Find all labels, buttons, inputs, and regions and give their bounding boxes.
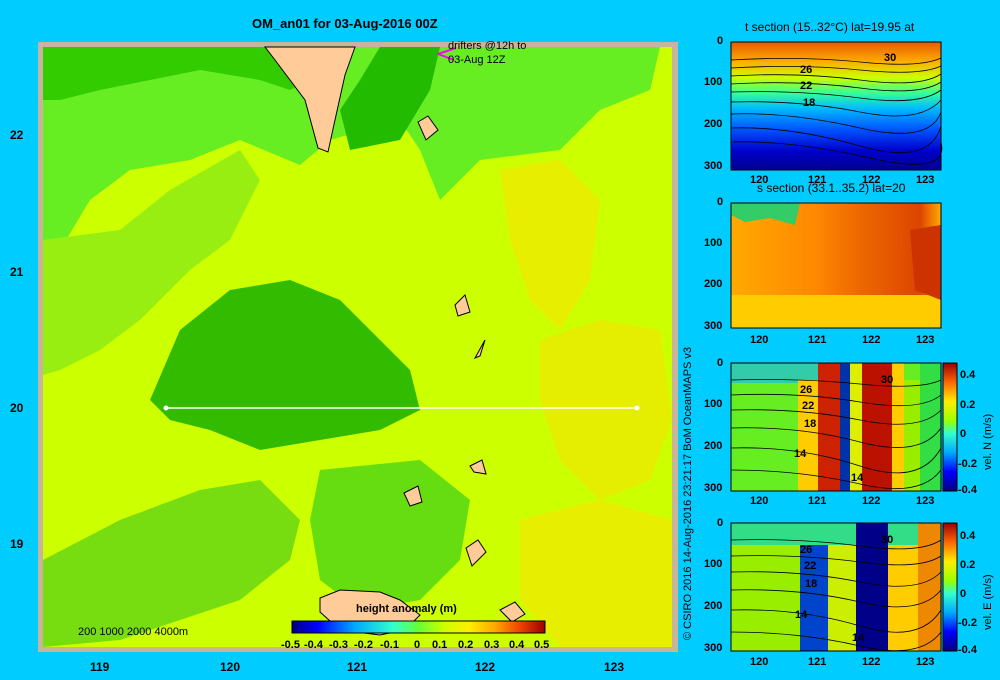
t-y-tick: 300 <box>704 160 723 172</box>
vn-x-tick: 120 <box>750 495 769 507</box>
s-section-title: s section (33.1..35.2) lat=20 <box>757 181 906 195</box>
x-tick-122: 122 <box>475 660 496 674</box>
s-y-tick: 200 <box>704 278 723 290</box>
vel-e-colorbar <box>942 522 958 652</box>
y-tick-22: 22 <box>10 128 24 142</box>
ve-x-tick: 123 <box>916 656 935 668</box>
drifter-note-line2: 03-Aug 12Z <box>448 54 506 66</box>
vn-x-tick: 122 <box>862 495 881 507</box>
main-title: OM_an01 for 03-Aug-2016 00Z <box>252 16 438 31</box>
ve-contour-label: 30 <box>881 534 894 546</box>
vel-e-label: vel. E (m/s) <box>982 574 994 630</box>
t-y-tick: 100 <box>704 76 723 88</box>
vn-cbar-tick: -0.4 <box>958 484 977 496</box>
cbar-tick: 0.2 <box>458 639 474 651</box>
ve-x-tick: 120 <box>750 656 769 668</box>
credit-text: © CSIRO 2016 14-Aug-2016 23:21:17 BoM Oc… <box>682 346 694 640</box>
vn-cbar-tick: 0.2 <box>960 399 976 411</box>
s-y-tick: 100 <box>704 237 723 249</box>
height-colorbar <box>291 620 546 634</box>
s-x-tick: 123 <box>916 334 935 346</box>
s-y-tick: 300 <box>704 320 723 332</box>
t-contour-label: 30 <box>884 52 897 64</box>
vn-y-tick: 200 <box>704 440 723 452</box>
ve-x-tick: 122 <box>862 656 881 668</box>
s-x-tick: 121 <box>808 334 827 346</box>
vn-cbar-tick: 0 <box>960 428 967 440</box>
ve-x-tick: 121 <box>808 656 827 668</box>
cbar-tick: -0.3 <box>329 639 348 651</box>
cbar-tick: 0.5 <box>534 639 550 651</box>
x-tick-121: 121 <box>347 660 368 674</box>
vn-contour-label: 14 <box>794 448 807 460</box>
cbar-tick: -0.5 <box>281 639 300 651</box>
t-contour-label: 26 <box>800 64 813 76</box>
chart-graphics <box>38 41 958 652</box>
x-tick-123: 123 <box>604 660 625 674</box>
cbar-tick: 0.4 <box>509 639 525 651</box>
ve-y-tick: 100 <box>704 558 723 570</box>
ve-y-tick: 200 <box>704 600 723 612</box>
ve-y-tick: 300 <box>704 642 723 654</box>
t-y-tick: 0 <box>717 35 724 47</box>
vn-contour-label: 26 <box>800 384 813 396</box>
vn-x-tick: 123 <box>916 495 935 507</box>
s-x-tick: 120 <box>750 334 769 346</box>
cbar-tick: -0.1 <box>380 639 399 651</box>
t-x-tick: 123 <box>916 174 935 186</box>
cbar-tick: 0 <box>414 639 421 651</box>
ve-cbar-tick: 0.2 <box>960 559 976 571</box>
vn-y-tick: 300 <box>704 482 723 494</box>
t-y-tick: 200 <box>704 118 723 130</box>
t-contour-label: 22 <box>800 80 813 92</box>
vn-cbar-tick: -0.2 <box>958 458 977 470</box>
s-x-tick: 122 <box>862 334 881 346</box>
cbar-tick: 0.1 <box>432 639 448 651</box>
vn-contour-label: 30 <box>881 374 894 386</box>
ve-contour-label: 26 <box>800 544 813 556</box>
cbar-tick: -0.2 <box>354 639 373 651</box>
vel-n-label: vel. N (m/s) <box>982 413 994 470</box>
vn-contour-label: 22 <box>802 400 815 412</box>
depth-legend: 200 1000 2000 4000m <box>78 626 189 638</box>
drifter-note-line1: drifters @12h to <box>448 40 527 52</box>
cbar-tick: 0.3 <box>484 639 500 651</box>
t-contour-label: 18 <box>803 97 816 109</box>
ve-contour-label: 22 <box>804 560 817 572</box>
ve-contour-label: 14 <box>795 609 808 621</box>
ve-contour-label: 18 <box>805 578 818 590</box>
y-tick-20: 20 <box>10 401 24 415</box>
colorbar-title: height anomaly (m) <box>356 603 457 615</box>
y-tick-21: 21 <box>10 265 24 279</box>
vel-n-colorbar <box>942 362 958 492</box>
vn-cbar-tick: 0.4 <box>960 369 976 381</box>
t-section-title: t section (15..32°C) lat=19.95 at <box>745 20 915 34</box>
vn-x-tick: 121 <box>808 495 827 507</box>
ve-cbar-tick: 0 <box>960 588 967 600</box>
x-tick-119: 119 <box>90 660 110 674</box>
cbar-tick: -0.4 <box>304 639 323 651</box>
ve-y-tick: 0 <box>717 517 724 529</box>
ve-cbar-tick: -0.2 <box>958 617 977 629</box>
x-tick-120: 120 <box>220 660 241 674</box>
ve-contour-label: 14 <box>852 632 865 644</box>
vn-y-tick: 100 <box>704 398 723 410</box>
vn-contour-label: 18 <box>804 418 817 430</box>
vn-contour-label: 14 <box>851 472 864 484</box>
ve-cbar-tick: -0.4 <box>958 644 977 656</box>
ve-cbar-tick: 0.4 <box>960 530 976 542</box>
s-y-tick: 0 <box>717 196 724 208</box>
y-tick-19: 19 <box>10 537 24 551</box>
vn-y-tick: 0 <box>717 357 724 369</box>
